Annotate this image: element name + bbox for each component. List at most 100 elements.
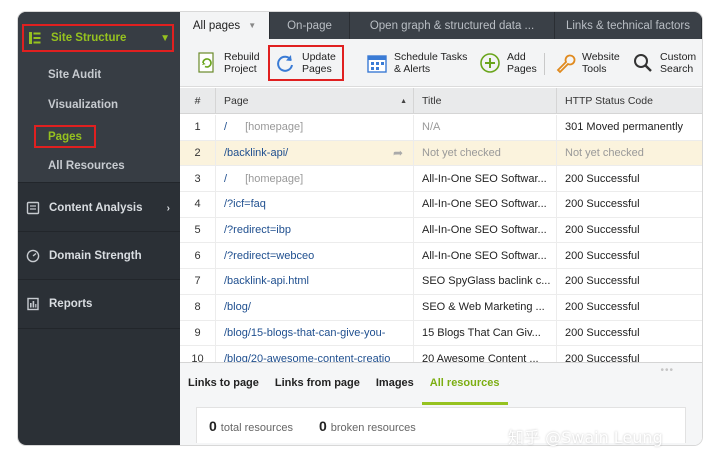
page-url[interactable]: / (224, 121, 227, 133)
page-url-cell[interactable]: / [homepage] (216, 115, 414, 140)
chevron-down-icon: ▼ (160, 32, 170, 44)
table-row[interactable]: 1 / [homepage] N/A 301 Moved permanently (180, 115, 702, 141)
page-url[interactable]: /?icf=faq (224, 198, 266, 210)
row-number: 7 (180, 269, 216, 294)
page-url-cell[interactable]: /blog/ (216, 294, 414, 320)
page-url[interactable]: /blog/15-blogs-that-can-give-you- (224, 327, 385, 339)
column-header-page-label: Page (224, 95, 249, 107)
schedule-tasks-button[interactable]: Schedule Tasks & Alerts (366, 45, 467, 81)
page-url[interactable]: /blog/20-awesome-content-creatio (224, 353, 390, 362)
sort-asc-icon: ▲ (400, 97, 407, 105)
chevron-down-icon: ▼ (248, 21, 257, 30)
app-window: Site Structure ▼ Site Audit Visualizatio… (18, 12, 702, 445)
sidebar-item-all-resources[interactable]: All Resources (48, 160, 125, 172)
sidebar-group-domain-strength[interactable]: Domain Strength (18, 242, 180, 270)
status-cell: 200 Successful (565, 301, 640, 314)
content-analysis-icon (26, 201, 40, 215)
resize-grip[interactable]: ••• (660, 365, 674, 376)
page-url-cell[interactable]: /blog/15-blogs-that-can-give-you- (216, 320, 414, 346)
column-header-status[interactable]: HTTP Status Code (557, 88, 702, 114)
tab-all-resources[interactable]: All resources (421, 363, 508, 405)
total-resources-label: total resources (220, 421, 293, 434)
tab-links-to-page[interactable]: Links to page (180, 363, 267, 403)
title-cell: All-In-One SEO Softwar... (414, 166, 557, 192)
tab-all-pages[interactable]: All pages ▼ (180, 12, 270, 39)
schedule-label-2: & Alerts (394, 63, 431, 75)
sidebar-divider (18, 328, 180, 329)
plus-circle-icon (479, 52, 501, 74)
row-number: 2 (180, 140, 216, 166)
page-url-cell[interactable]: /blog/20-awesome-content-creatio (216, 346, 414, 362)
page-url-cell[interactable]: /?icf=faq (216, 192, 414, 217)
tab-links-technical[interactable]: Links & technical factors (555, 12, 702, 39)
wrench-icon (554, 52, 576, 74)
main-area: All pages ▼ On-page Open graph & structu… (180, 12, 702, 445)
search-icon (632, 52, 654, 74)
title-cell: 20 Awesome Content ... (414, 346, 557, 362)
website-tools-button[interactable]: Website Tools (554, 45, 620, 81)
table-row[interactable]: 4 /?icf=faq All-In-One SEO Softwar... 200 S… (180, 192, 702, 218)
table-row[interactable]: 9/blog/15-blogs-that-can-give-you- 15 Blo… (180, 320, 702, 347)
site-structure-header[interactable]: Site Structure ▼ (22, 24, 174, 52)
column-header-page[interactable]: Page ▲ (216, 88, 414, 114)
page-url[interactable]: /?redirect=ibp (224, 224, 291, 236)
tab-images[interactable]: Images (368, 363, 422, 403)
page-url-cell[interactable]: /backlink-api.html (216, 269, 414, 294)
column-header-number[interactable]: # (180, 88, 216, 114)
homepage-tag: [homepage] (245, 172, 304, 185)
row-number: 1 (180, 115, 216, 140)
toolbar-divider (544, 53, 545, 75)
sidebar-item-site-audit[interactable]: Site Audit (48, 69, 101, 81)
custom-search-button[interactable]: Custom Search (632, 45, 696, 81)
column-header-title[interactable]: Title (414, 88, 557, 114)
table-row[interactable]: 5 /?redirect=ibp All-In-One SEO Softwar...… (180, 217, 702, 244)
sidebar-divider (18, 279, 180, 280)
add-label-1: Add (507, 51, 526, 63)
tab-links-from-page[interactable]: Links from page (267, 363, 368, 403)
update-label-2: Pages (302, 63, 332, 75)
table-row[interactable]: 6 /?redirect=webceo All-In-One SEO Softwar… (180, 243, 702, 270)
tab-on-page[interactable]: On-page (270, 12, 350, 39)
open-link-icon[interactable]: ➦ (393, 146, 403, 160)
table-row[interactable]: 2/backlink-api/ ➦ Not yet checked Not yet c… (180, 140, 702, 167)
rebuild-project-button[interactable]: Rebuild Project (196, 45, 260, 81)
sidebar-item-pages[interactable]: Pages (34, 125, 96, 148)
sidebar-item-visualization[interactable]: Visualization (48, 99, 118, 111)
status-cell: Not yet checked (565, 147, 644, 160)
title-cell: N/A (414, 115, 557, 140)
table-body: 1 / [homepage] N/A 301 Moved permanently 2/ba… (180, 115, 702, 362)
page-url[interactable]: /?redirect=webceo (224, 250, 314, 262)
bottom-tabs: Links to page Links from page Images All… (180, 363, 508, 405)
site-structure-label: Site Structure (51, 32, 127, 44)
homepage-tag: [homepage] (245, 121, 304, 134)
row-number: 3 (180, 166, 216, 192)
status-cell: 200 Successful (565, 172, 640, 185)
page-url-cell[interactable]: / [homepage] (216, 166, 414, 192)
add-pages-button[interactable]: Add Pages (479, 45, 537, 81)
status-cell: 200 Successful (565, 326, 640, 339)
sidebar-group-content-analysis[interactable]: Content Analysis › (18, 194, 180, 222)
broken-resources-count: 0 (318, 417, 327, 434)
page-url-cell[interactable]: /?redirect=webceo (216, 243, 414, 269)
status-cell: 200 Successful (565, 352, 640, 362)
table-row[interactable]: 7/backlink-api.html SEO SpyGlass baclink … (180, 269, 702, 295)
rebuild-icon (196, 52, 218, 74)
row-number: 4 (180, 192, 216, 217)
tab-open-graph[interactable]: Open graph & structured data ... (350, 12, 555, 39)
table-row[interactable]: 8/blog/SEO & Web Marketing ... 200 Succes… (180, 294, 702, 321)
table-row[interactable]: 10/blog/20-awesome-content-creatio 20 Awe… (180, 346, 702, 362)
status-cell: 200 Successful (565, 249, 640, 262)
page-url[interactable]: /backlink-api/ (224, 147, 288, 159)
page-url-cell[interactable]: /?redirect=ibp (216, 217, 414, 243)
sidebar-group-reports[interactable]: Reports (18, 290, 180, 318)
page-url[interactable]: /backlink-api.html (224, 275, 309, 287)
sidebar-group-site-structure: Site Structure ▼ Site Audit Visualizatio… (18, 12, 180, 182)
status-cell: 200 Successful (565, 224, 640, 237)
broken-resources-label: broken resources (330, 421, 416, 434)
update-pages-button[interactable]: Update Pages (268, 45, 344, 81)
toolbar: Rebuild Project Update Pages Schedule Task… (180, 39, 702, 87)
page-url[interactable]: /blog/ (224, 301, 251, 313)
page-url-cell[interactable]: /backlink-api/ ➦ (216, 140, 414, 166)
page-url[interactable]: / (224, 173, 227, 185)
table-row[interactable]: 3 / [homepage] All-In-One SEO Softwar... 200… (180, 166, 702, 193)
